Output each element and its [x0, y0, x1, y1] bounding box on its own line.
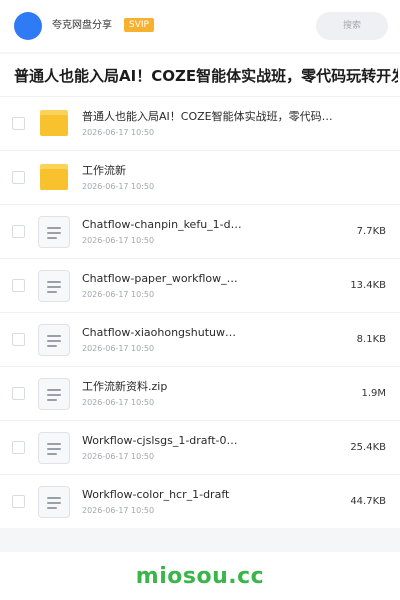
item-date: 2026-06-17 10:50 [82, 182, 155, 191]
item-date: 2026-06-17 10:50 [82, 236, 155, 245]
item-date: 2026-06-17 10:50 [82, 506, 155, 515]
svip-badge: SVIP [124, 18, 154, 32]
item-size: 8.1KB [356, 334, 386, 345]
file-icon [38, 486, 70, 518]
file-list: 普通人也能入局AI！COZE智能体实战班，零代码玩转开发 2026-06-17 1… [0, 96, 400, 528]
item-name[interactable]: Chatflow-chanpin_kefu_1-draft [82, 218, 242, 232]
item-name[interactable]: Workflow-cjslsgs_1-draft-0000 [82, 434, 242, 448]
folder-row[interactable]: 普通人也能入局AI！COZE智能体实战班，零代码玩转开发 2026-06-17 1… [0, 96, 400, 150]
file-row[interactable]: Workflow-color_hcr_1-draft 2026-06-17 10:… [0, 474, 400, 528]
file-icon [38, 270, 70, 302]
item-size: 7.7KB [356, 226, 386, 237]
select-checkbox[interactable] [12, 495, 25, 508]
file-row[interactable]: 工作流新资料.zip 2026-06-17 10:50 1.9M [0, 366, 400, 420]
avatar[interactable] [14, 12, 42, 40]
item-size: 44.7KB [350, 496, 386, 507]
item-size: 13.4KB [350, 280, 386, 291]
file-row[interactable]: Chatflow-chanpin_kefu_1-draft 2026-06-17 … [0, 204, 400, 258]
file-row[interactable]: Chatflow-paper_workflow_1-draft 2026-06-1… [0, 258, 400, 312]
share-title: 普通人也能入局AI！COZE智能体实战班，零代码玩转开发 [14, 67, 398, 85]
select-checkbox[interactable] [12, 387, 25, 400]
select-checkbox[interactable] [12, 441, 25, 454]
select-checkbox[interactable] [12, 279, 25, 292]
file-icon [38, 216, 70, 248]
file-row[interactable]: Chatflow-xiaohongshutuwen-draft 2026-06-1… [0, 312, 400, 366]
watermark: miosou.cc [135, 564, 265, 589]
item-date: 2026-06-17 10:50 [82, 344, 155, 353]
item-name[interactable]: Chatflow-xiaohongshutuwen-draft [82, 326, 242, 340]
item-name[interactable]: 工作流新 [82, 164, 342, 178]
file-row[interactable]: Workflow-cjslsgs_1-draft-0000 2026-06-17 … [0, 420, 400, 474]
share-title-bar: 普通人也能入局AI！COZE智能体实战班，零代码玩转开发 [0, 54, 400, 96]
select-checkbox[interactable] [12, 117, 25, 130]
item-name[interactable]: Chatflow-paper_workflow_1-draft [82, 272, 242, 286]
file-icon [38, 324, 70, 356]
select-checkbox[interactable] [12, 225, 25, 238]
select-checkbox[interactable] [12, 171, 25, 184]
item-name[interactable]: 工作流新资料.zip [82, 380, 242, 394]
item-name[interactable]: 普通人也能入局AI！COZE智能体实战班，零代码玩转开发 [82, 110, 342, 124]
folder-icon [38, 162, 70, 194]
item-date: 2026-06-17 10:50 [82, 290, 155, 299]
folder-row[interactable]: 工作流新 2026-06-17 10:50 [0, 150, 400, 204]
item-date: 2026-06-17 10:50 [82, 452, 155, 461]
app-name: 夸克网盘分享 [52, 20, 112, 31]
item-date: 2026-06-17 10:50 [82, 398, 155, 407]
item-size: 1.9M [361, 388, 386, 399]
select-checkbox[interactable] [12, 333, 25, 346]
item-size: 25.4KB [350, 442, 386, 453]
top-header: 夸克网盘分享 SVIP 搜索 [0, 0, 400, 52]
search-input[interactable]: 搜索 [316, 12, 388, 40]
item-name[interactable]: Workflow-color_hcr_1-draft [82, 488, 242, 502]
item-date: 2026-06-17 10:50 [82, 128, 155, 137]
file-icon [38, 432, 70, 464]
file-icon [38, 378, 70, 410]
folder-icon [38, 108, 70, 140]
